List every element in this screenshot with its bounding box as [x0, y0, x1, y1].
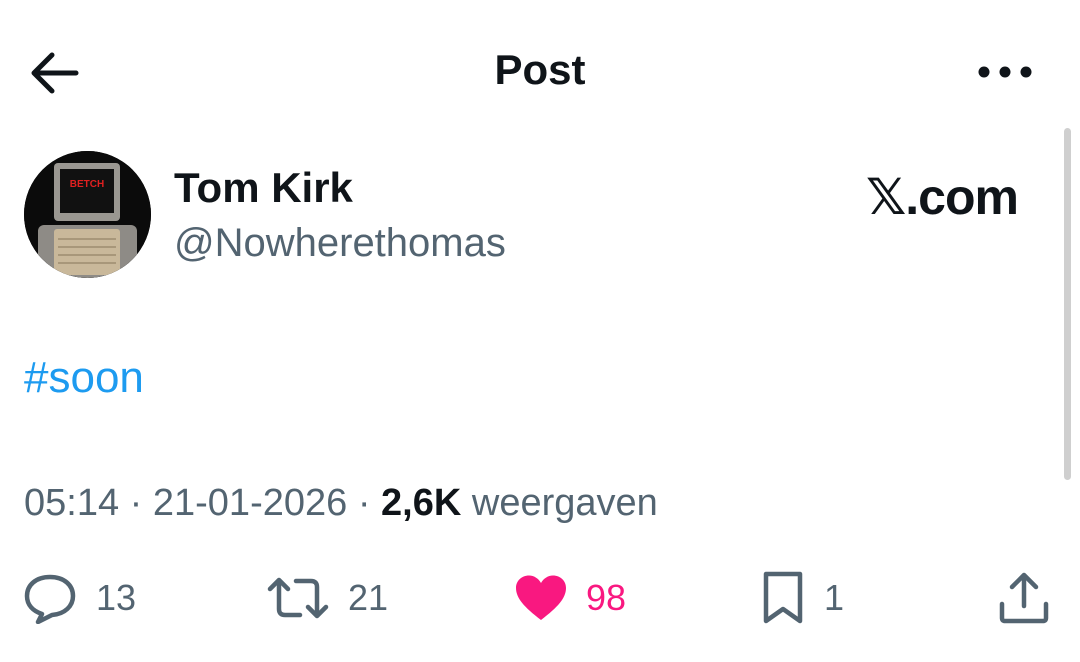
more-options-button[interactable] [976, 58, 1034, 86]
page-title: Post [494, 46, 586, 93]
post-meta: 05:14 · 21-01-2026 · 2,6K weergaven [24, 482, 658, 525]
share-icon [999, 572, 1049, 624]
reply-count: 13 [96, 577, 137, 618]
post-date[interactable]: 21-01-2026 [153, 482, 347, 524]
bookmark-icon [763, 571, 803, 624]
views-label: weergaven [471, 482, 658, 524]
like-count: 98 [586, 577, 627, 618]
meta-separator: · [357, 482, 371, 524]
author-handle[interactable]: @Nowherethomas [174, 221, 506, 266]
hashtag-link[interactable]: #soon [24, 353, 144, 403]
heart-icon [516, 575, 566, 620]
robot-avatar-image: BETCH [24, 151, 151, 278]
x-brand-watermark: 𝕏.com [866, 169, 1019, 225]
reply-button[interactable]: 13 [22, 568, 136, 628]
meta-separator: · [129, 482, 143, 524]
repost-button[interactable]: 21 [266, 568, 388, 628]
views-count: 2,6K [381, 482, 462, 524]
repost-count: 21 [348, 577, 389, 618]
bookmark-button[interactable]: 1 [760, 568, 844, 628]
author-name[interactable]: Tom Kirk [174, 164, 353, 212]
post-time[interactable]: 05:14 [24, 482, 119, 524]
like-button[interactable]: 98 [514, 568, 626, 628]
scrollbar[interactable] [1064, 128, 1071, 480]
post-page: Post BETCH Tom Kirk @Nowherethomas 𝕏.com… [0, 0, 1080, 662]
avatar-screen-text: BETCH [70, 179, 104, 190]
avatar[interactable]: BETCH [24, 151, 151, 278]
bookmark-count: 1 [824, 577, 845, 618]
share-button[interactable] [996, 568, 1052, 628]
reply-icon [24, 574, 76, 624]
repost-icon [267, 577, 329, 619]
top-bar: Post [0, 0, 1080, 140]
more-horizontal-icon [978, 66, 1032, 78]
